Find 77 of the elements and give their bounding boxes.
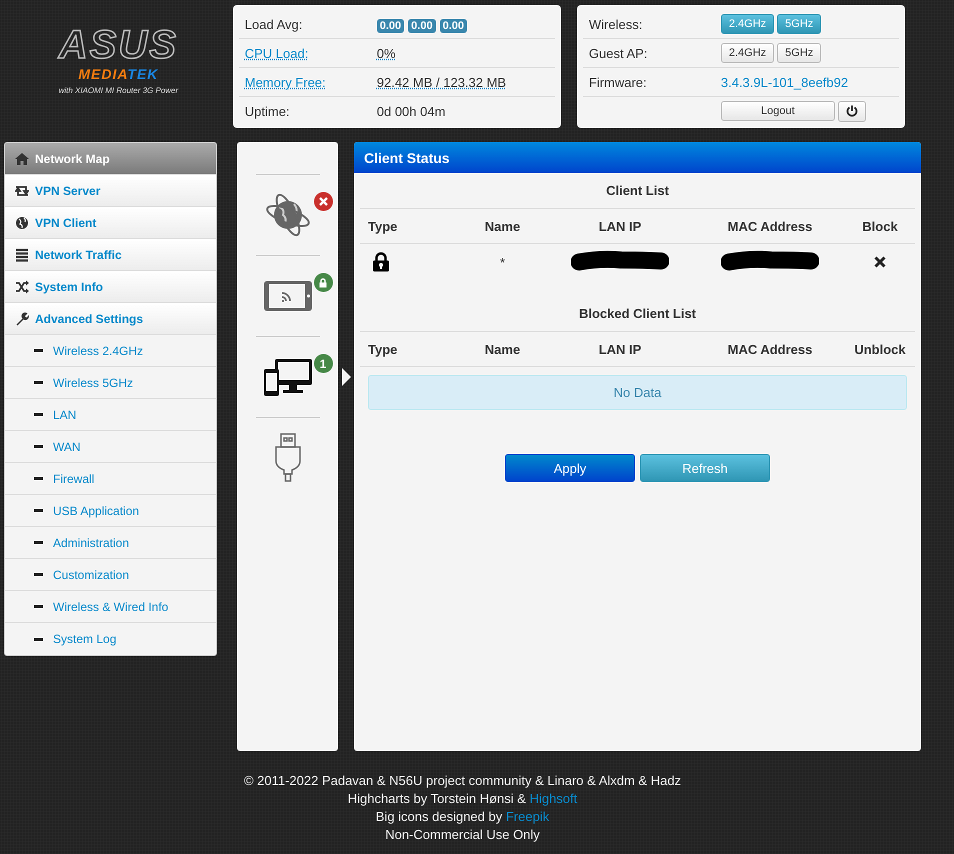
band-toggle[interactable]: 5GHz (777, 43, 822, 63)
footer-link[interactable]: Highsoft (530, 791, 578, 806)
info-label: Uptime: (244, 104, 291, 118)
error-badge (314, 192, 332, 211)
list-icon (15, 248, 29, 262)
tagline: with XIAOMI MI Router 3G Power (58, 86, 178, 95)
sidebar-item[interactable]: VPN Client (5, 207, 216, 239)
table-caption: Client List (360, 173, 915, 209)
column-header: Unblock (854, 342, 906, 356)
dash-icon (34, 413, 43, 416)
shuffle-icon (15, 280, 29, 294)
dash-icon (34, 541, 43, 544)
empty-message: No Data (368, 375, 907, 410)
home-icon (15, 152, 29, 166)
globe-icon (15, 216, 29, 230)
sidebar-item[interactable]: Network Traffic (5, 239, 216, 271)
wrench-icon (15, 312, 29, 326)
count-badge: 1 (314, 354, 332, 373)
sidebar-item[interactable]: Network Map (5, 143, 216, 175)
info-value: 92.42 MB / 123.32 MB (376, 74, 506, 90)
info-label: Guest AP: (588, 46, 648, 60)
block-button[interactable] (874, 256, 886, 268)
column-header: MAC Address (728, 218, 812, 234)
sidebar-item[interactable]: Advanced Settings (5, 303, 216, 335)
footer-text: Highcharts by Torstein Hønsi & Highsoft (348, 790, 578, 808)
logout-button[interactable]: Logout (720, 101, 835, 121)
column-header: LAN IP (598, 342, 642, 356)
dash-icon (34, 477, 43, 480)
band-toggle[interactable]: 5GHz (777, 14, 822, 34)
info-label: Wireless: (588, 16, 644, 32)
dash-icon (34, 381, 43, 384)
footer-text: © 2011-2022 Padavan & N56U project community & Linaro & Alxdm & Hadz (244, 772, 682, 790)
footer-text: Big icons designed by Freepik (376, 808, 550, 826)
dash-icon (34, 445, 43, 448)
devices-icon[interactable] (262, 357, 312, 397)
maker-logo: MEDIATEK (78, 65, 158, 83)
column-header: LAN IP (598, 218, 642, 234)
apply-button[interactable]: Apply (505, 454, 635, 482)
tablet-icon[interactable] (262, 280, 312, 312)
refresh-button[interactable]: Refresh (640, 454, 770, 482)
dash-icon (34, 638, 43, 640)
sidebar-item[interactable]: System Info (5, 271, 216, 303)
column-header: Block (862, 218, 898, 234)
lock-badge (314, 273, 332, 292)
band-toggle[interactable]: 2.4GHz (720, 14, 774, 34)
column-header: Type (367, 342, 398, 356)
usb-icon[interactable] (274, 433, 300, 483)
table-cell: * (500, 254, 506, 270)
table-caption: Blocked Client List (360, 296, 915, 332)
firmware-link[interactable]: 3.4.3.9L-101_8eefb92 (720, 74, 848, 90)
dash-icon (34, 349, 43, 352)
load-badge: 0.00 (408, 18, 436, 32)
band-toggle[interactable]: 2.4GHz (720, 43, 774, 63)
power-button[interactable] (838, 100, 866, 122)
info-value: 0d 00h 04m (376, 104, 446, 118)
column-header: Name (484, 342, 520, 356)
footer-text: Non-Commercial Use Only (385, 826, 540, 844)
brand-logo: ASUS (58, 25, 178, 65)
lock-icon (372, 252, 390, 272)
power-icon (846, 105, 858, 117)
load-badge: 0.00 (376, 18, 404, 32)
info-label: Firmware: (588, 74, 648, 90)
panel-title: Client Status (354, 142, 921, 173)
sidebar-item[interactable]: VPN Server (5, 175, 216, 207)
loop-icon (15, 184, 29, 198)
dash-icon (34, 573, 43, 576)
dash-icon (34, 605, 43, 608)
info-label: Load Avg: (244, 16, 304, 32)
load-badge: 0.00 (440, 18, 468, 32)
info-value: 0% (376, 46, 396, 60)
column-header: Name (484, 218, 520, 234)
info-link[interactable]: CPU Load: (244, 46, 308, 60)
dash-icon (34, 509, 43, 512)
column-header: MAC Address (728, 342, 812, 356)
column-header: Type (367, 218, 398, 234)
info-link[interactable]: Memory Free: (244, 74, 326, 90)
footer-link[interactable]: Freepik (506, 809, 550, 824)
